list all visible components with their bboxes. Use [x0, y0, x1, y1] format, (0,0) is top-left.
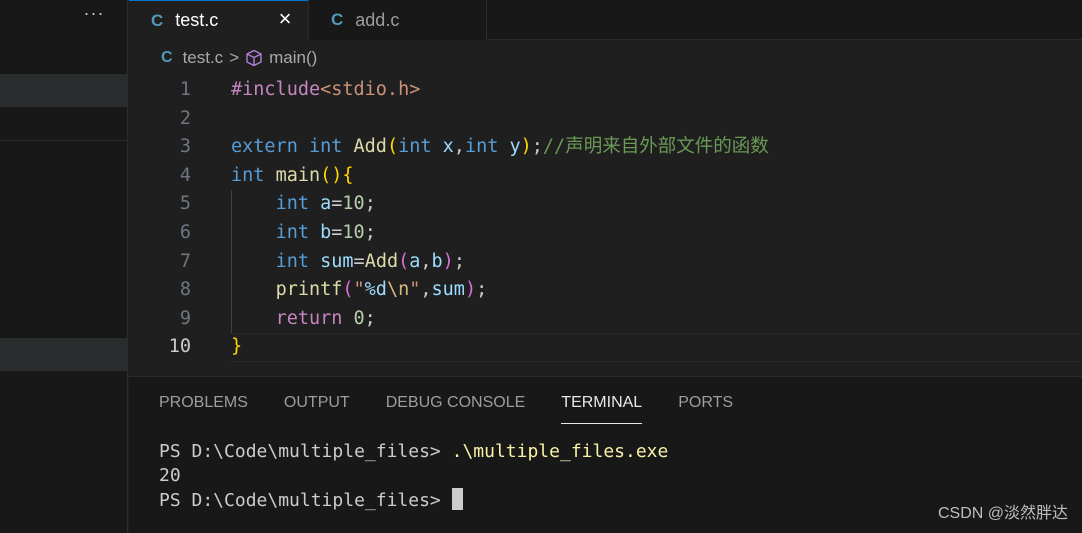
code-text: return 0; — [275, 307, 376, 329]
line-number: 5 — [179, 193, 191, 215]
code-line-current[interactable]: 10 } — [129, 333, 1082, 362]
code-text: #include<stdio.h> — [231, 79, 421, 100]
close-icon[interactable]: × — [274, 8, 296, 32]
tab-add-c[interactable]: C add.c — [309, 0, 487, 40]
panel-tabs: PROBLEMS OUTPUT DEBUG CONSOLE TERMINAL P… — [159, 394, 769, 424]
terminal-result: 20 — [159, 465, 181, 486]
line-number: 8 — [179, 279, 191, 301]
tab-test-c[interactable]: C test.c × — [129, 0, 309, 40]
terminal-prompt: PS D:\Code\multiple_files> — [159, 441, 452, 462]
more-actions-button[interactable]: ··· — [80, 2, 108, 26]
code-line[interactable]: 6 int b=10; — [129, 219, 1082, 248]
tab-debug-console[interactable]: DEBUG CONSOLE — [386, 394, 526, 424]
code-text: } — [231, 336, 243, 358]
terminal-output[interactable]: PS D:\Code\multiple_files> .\multiple_fi… — [159, 440, 668, 512]
terminal-command: .\multiple_files.exe — [451, 441, 669, 462]
sidebar-item-highlight[interactable] — [0, 74, 128, 107]
terminal-line: 20 — [159, 464, 668, 488]
watermark: CSDN @淡然胖达 — [937, 505, 1068, 522]
breadcrumb-separator: > — [229, 48, 240, 67]
code-text: extern int Add(int x,int y);//声明来自外部文件的函… — [231, 136, 769, 158]
tab-terminal[interactable]: TERMINAL — [561, 394, 643, 424]
sidebar-item-selected[interactable] — [0, 338, 128, 371]
line-number: 2 — [179, 107, 191, 129]
breadcrumb: C test.c > main() — [129, 40, 1082, 76]
tab-label: test.c — [175, 10, 219, 30]
tab-ports[interactable]: PORTS — [678, 394, 733, 424]
tab-label: add.c — [355, 9, 400, 30]
line-number: 4 — [179, 164, 191, 186]
line-number: 10 — [168, 336, 191, 358]
code-line[interactable]: 1 #include<stdio.h> — [129, 76, 1082, 105]
explorer-sidebar: ··· — [0, 0, 128, 533]
current-line-highlight — [231, 333, 1082, 362]
code-text: int a=10; — [275, 193, 376, 215]
c-file-icon: C — [151, 10, 164, 30]
code-text: int b=10; — [275, 222, 376, 243]
tab-output[interactable]: OUTPUT — [284, 394, 350, 424]
terminal-cursor — [451, 488, 463, 510]
breadcrumb-symbol[interactable]: main() — [269, 48, 317, 68]
line-number: 7 — [179, 250, 191, 272]
code-line[interactable]: 8 printf("%d\n",sum); — [129, 276, 1082, 305]
c-file-icon: C — [161, 49, 173, 66]
sidebar-divider — [0, 140, 128, 141]
terminal-line: PS D:\Code\multiple_files> — [159, 488, 668, 512]
breadcrumb-file[interactable]: test.c — [183, 48, 224, 68]
code-line[interactable]: 9 return 0; — [129, 305, 1082, 334]
line-number: 6 — [179, 222, 191, 243]
terminal-line: PS D:\Code\multiple_files> .\multiple_fi… — [159, 440, 668, 464]
tab-problems[interactable]: PROBLEMS — [159, 394, 248, 424]
c-file-icon: C — [331, 10, 344, 29]
terminal-prompt: PS D:\Code\multiple_files> — [159, 490, 452, 511]
code-line[interactable]: 5 int a=10; — [129, 190, 1082, 219]
code-text: printf("%d\n",sum); — [275, 279, 488, 301]
line-number: 1 — [179, 79, 191, 100]
line-number: 9 — [179, 307, 191, 329]
symbol-method-icon — [246, 49, 262, 67]
code-text: int main(){ — [231, 164, 354, 186]
line-number: 3 — [179, 136, 191, 158]
code-text: int sum=Add(a,b); — [275, 250, 465, 272]
code-line[interactable]: 3 extern int Add(int x,int y);//声明来自外部文件… — [129, 133, 1082, 162]
code-line[interactable]: 2 — [129, 105, 1082, 134]
code-line[interactable]: 4 int main(){ — [129, 162, 1082, 191]
editor-tab-bar: C test.c × C add.c — [129, 0, 1082, 40]
code-line[interactable]: 7 int sum=Add(a,b); — [129, 248, 1082, 277]
code-editor[interactable]: 1 #include<stdio.h> 2 3 extern int Add(i… — [129, 76, 1082, 376]
